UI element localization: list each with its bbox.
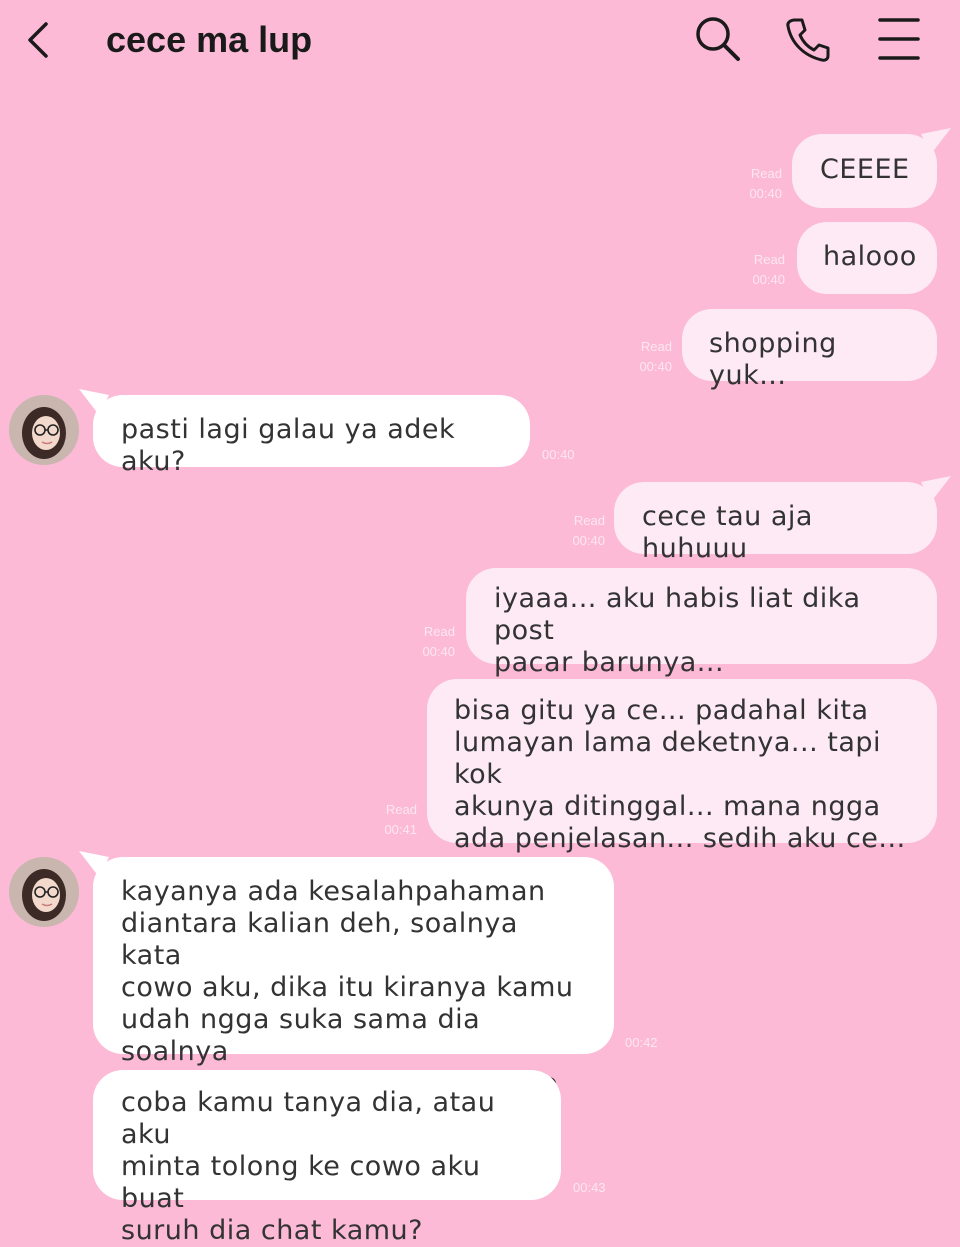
message-meta: Read 00:41 <box>384 800 417 840</box>
outgoing-message[interactable]: halooo <box>797 222 937 294</box>
message-time: 00:42 <box>625 1035 658 1050</box>
message-time: 00:40 <box>542 447 575 462</box>
avatar-photo-icon <box>9 857 79 927</box>
message-meta: Read 00:40 <box>422 622 455 662</box>
message-time: 00:40 <box>752 272 785 287</box>
read-status: Read <box>750 166 782 181</box>
message-text: bisa gitu ya ce... padahal kita lumayan … <box>454 695 906 854</box>
outgoing-message[interactable]: iyaaa... aku habis liat dika post pacar … <box>466 568 937 678</box>
back-button[interactable] <box>22 18 56 62</box>
contact-avatar[interactable] <box>9 857 79 927</box>
message-time: 00:40 <box>639 359 672 374</box>
read-status: Read <box>753 252 785 267</box>
avatar-photo-icon <box>9 395 79 465</box>
search-icon <box>696 17 740 61</box>
menu-button[interactable] <box>874 14 924 64</box>
read-status: Read <box>573 513 605 528</box>
message-time: 00:40 <box>572 533 605 548</box>
message-meta: Read 00:40 <box>572 511 605 551</box>
outgoing-message[interactable]: cece tau aja huhuuu <box>614 476 951 564</box>
read-status: Read <box>640 339 672 354</box>
message-time: 00:40 <box>422 644 455 659</box>
bubble-tail <box>79 389 109 415</box>
bubble-tail <box>921 476 951 502</box>
chevron-left-icon <box>28 22 48 58</box>
phone-icon <box>786 18 830 62</box>
outgoing-message[interactable]: shopping yuk... <box>682 309 937 391</box>
bubble-tail <box>79 851 109 877</box>
contact-avatar[interactable] <box>9 395 79 465</box>
outgoing-message[interactable]: bisa gitu ya ce... padahal kita lumayan … <box>427 679 937 854</box>
message-meta: Read 00:40 <box>749 164 782 204</box>
incoming-message[interactable]: coba kamu tanya dia, atau aku minta tolo… <box>93 1070 561 1246</box>
search-button[interactable] <box>692 14 742 64</box>
message-meta: Read 00:40 <box>639 337 672 377</box>
read-status: Read <box>385 802 417 817</box>
chat-title: cece ma lup <box>106 19 313 60</box>
message-time: 00:41 <box>384 822 417 837</box>
message-text: coba kamu tanya dia, atau aku minta tolo… <box>121 1087 496 1246</box>
message-time: 00:40 <box>749 186 782 201</box>
message-text: pasti lagi galau ya adek aku? <box>121 414 456 477</box>
menu-icon <box>878 18 920 60</box>
message-text: halooo <box>823 241 917 272</box>
message-meta: Read 00:40 <box>752 250 785 290</box>
read-status: Read <box>423 624 455 639</box>
call-button[interactable] <box>782 14 832 64</box>
message-text: cece tau aja huhuuu <box>642 501 813 564</box>
message-text: iyaaa... aku habis liat dika post pacar … <box>494 583 861 678</box>
outgoing-message[interactable]: CEEEE <box>792 128 951 208</box>
incoming-message[interactable]: pasti lagi galau ya adek aku? <box>79 389 530 477</box>
incoming-message[interactable]: kayanya ada kesalahpahaman diantara kali… <box>79 851 614 1131</box>
chat-header: cece ma lup <box>0 0 960 80</box>
bubble-tail <box>921 128 951 154</box>
message-text: shopping yuk... <box>709 328 837 391</box>
message-text: CEEEE <box>820 154 910 185</box>
message-time: 00:43 <box>573 1180 606 1195</box>
